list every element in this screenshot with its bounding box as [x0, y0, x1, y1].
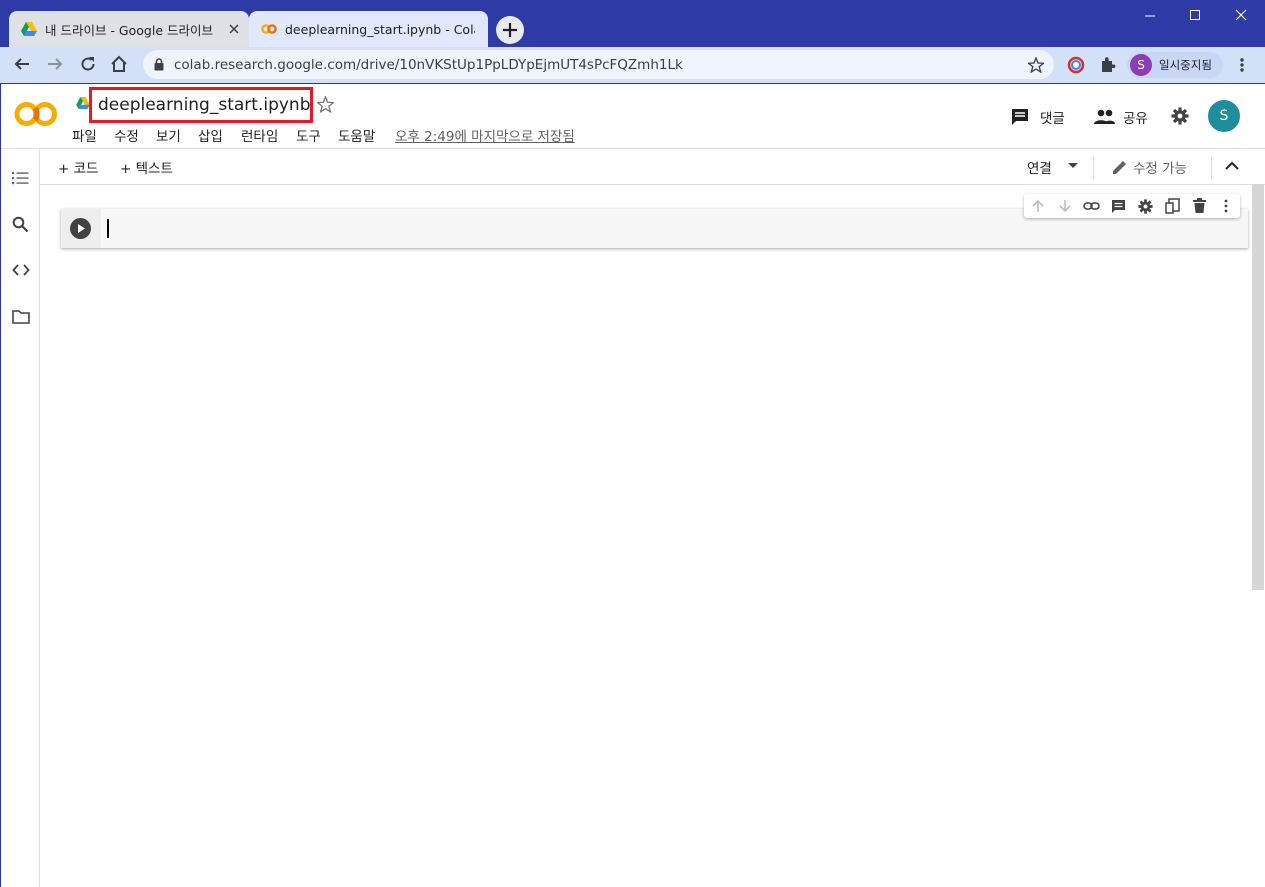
connect-dropdown-icon[interactable]	[1068, 163, 1078, 169]
colab-favicon-icon	[261, 23, 277, 35]
menu-view[interactable]: 보기	[156, 125, 181, 145]
lock-icon[interactable]	[154, 58, 164, 71]
cell-toolbar	[1024, 194, 1240, 218]
comment-label: 댓글	[1040, 111, 1065, 127]
folder-icon[interactable]	[12, 309, 30, 324]
url-text: colab.research.google.com/drive/10nVKStU…	[174, 57, 683, 73]
menu-edit[interactable]: 수정	[114, 125, 139, 145]
menu-help[interactable]: 도움말	[338, 125, 375, 145]
share-button[interactable]: 공유	[1094, 105, 1148, 129]
sidebar-divider	[39, 149, 40, 887]
move-up-icon[interactable]	[1031, 199, 1045, 213]
text-cursor	[107, 219, 109, 238]
highlight-box	[89, 87, 313, 123]
tab-title: 내 드라이브 - Google 드라이브	[45, 22, 213, 38]
comment-button[interactable]: 댓글	[1011, 105, 1065, 129]
profile-button[interactable]: S 일시중지됨	[1127, 52, 1223, 78]
browser-menu-icon[interactable]	[1235, 56, 1249, 74]
tab-google-drive[interactable]: 내 드라이브 - Google 드라이브	[9, 11, 249, 47]
toolbar-divider	[40, 184, 1265, 185]
code-snippets-icon[interactable]	[12, 263, 30, 277]
close-window-button[interactable]	[1218, 0, 1264, 32]
link-icon[interactable]	[1083, 199, 1100, 213]
toolbar-separator	[1093, 156, 1094, 180]
minimize-button[interactable]	[1127, 0, 1173, 32]
settings-gear-icon[interactable]	[1171, 107, 1189, 125]
menu-tools[interactable]: 도구	[296, 125, 321, 145]
back-arrow-icon[interactable]	[12, 54, 32, 74]
menu-insert[interactable]: 삽입	[198, 125, 223, 145]
color-extension-icon[interactable]	[1067, 56, 1085, 74]
profile-status-label: 일시중지됨	[1159, 58, 1212, 72]
table-of-contents-icon[interactable]	[12, 170, 30, 186]
home-icon[interactable]	[109, 54, 129, 74]
collapse-header-icon[interactable]	[1225, 161, 1239, 171]
scrollbar[interactable]	[1252, 184, 1264, 590]
maximize-button[interactable]	[1172, 0, 1218, 32]
people-icon	[1094, 109, 1115, 125]
pencil-icon	[1112, 159, 1128, 175]
comment-icon	[1011, 108, 1029, 126]
google-drive-icon	[21, 22, 37, 36]
edit-mode-label[interactable]: 수정 가능	[1133, 157, 1187, 177]
add-text-button[interactable]: + 텍스트	[120, 157, 173, 177]
mirror-cell-icon[interactable]	[1165, 198, 1180, 214]
toolbar-separator	[1211, 156, 1212, 180]
account-avatar[interactable]: S	[1208, 100, 1240, 132]
more-options-icon[interactable]	[1220, 199, 1232, 213]
colab-logo[interactable]	[14, 99, 58, 129]
header-divider	[1, 148, 1265, 149]
comment-icon[interactable]	[1111, 199, 1126, 214]
add-code-button[interactable]: + 코드	[58, 157, 98, 177]
last-saved-status[interactable]: 오후 2:49에 마지막으로 저장됨	[395, 125, 575, 145]
menu-runtime[interactable]: 런타임	[241, 125, 278, 145]
google-drive-icon[interactable]	[76, 97, 90, 109]
menu-file[interactable]: 파일	[72, 125, 97, 145]
close-tab-icon[interactable]	[227, 22, 241, 36]
connect-button[interactable]: 연결	[1027, 157, 1052, 177]
star-icon[interactable]	[317, 96, 334, 113]
search-icon[interactable]	[12, 216, 29, 233]
share-label: 공유	[1123, 111, 1148, 127]
run-cell-button[interactable]	[70, 218, 91, 239]
tab-colab[interactable]: deeplearning_start.ipynb - Colab	[249, 11, 488, 47]
extensions-puzzle-icon[interactable]	[1099, 56, 1116, 73]
new-tab-button[interactable]	[496, 16, 524, 44]
delete-icon[interactable]	[1193, 198, 1206, 214]
profile-avatar: S	[1130, 54, 1152, 76]
reload-icon[interactable]	[78, 54, 98, 74]
bookmark-star-icon[interactable]	[1028, 57, 1044, 73]
move-down-icon[interactable]	[1058, 199, 1072, 213]
forward-arrow-icon[interactable]	[45, 54, 65, 74]
cell-settings-icon[interactable]	[1138, 199, 1153, 214]
tab-title: deeplearning_start.ipynb - Colab	[285, 21, 475, 37]
